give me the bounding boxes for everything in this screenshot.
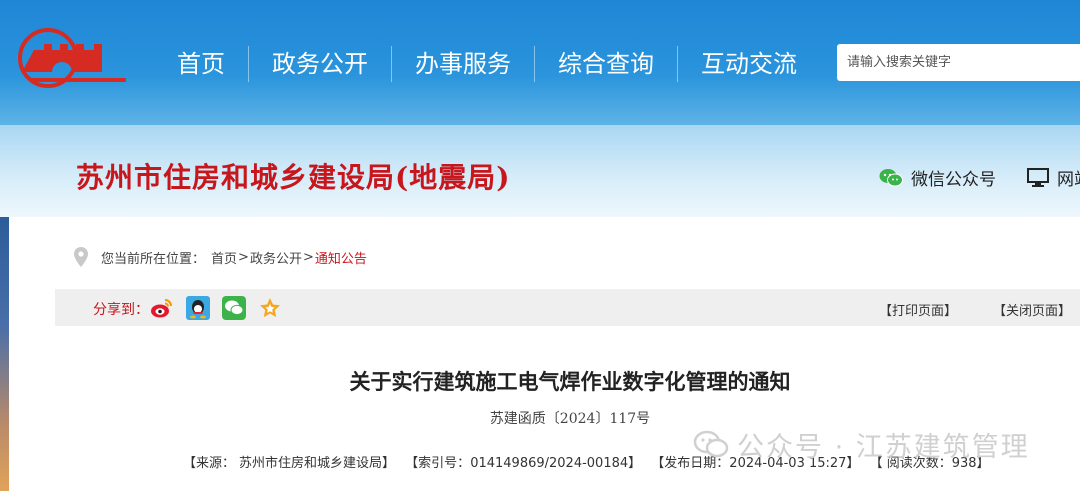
breadcrumb-prefix: 您当前所在位置：	[101, 251, 206, 267]
breadcrumb-home[interactable]: 首页	[211, 248, 237, 267]
source-label: 【来源：	[183, 456, 236, 471]
breadcrumb-notices[interactable]: 通知公告	[315, 248, 367, 267]
wechat-icon	[879, 168, 903, 186]
breadcrumb: 您当前所在位置： 首页 > 政务公开 > 通知公告	[73, 246, 367, 268]
wechat-share-icon[interactable]	[222, 296, 246, 320]
web-link[interactable]: 网站	[1027, 165, 1080, 190]
article-title: 关于实行建筑施工电气焊作业数字化管理的通知	[349, 370, 791, 394]
close-page-button[interactable]: 【关闭页面】	[993, 300, 1071, 319]
index-value: 014149869/2024-00184】	[470, 456, 642, 471]
site-logo[interactable]	[10, 20, 130, 90]
print-page-button[interactable]: 【打印页面】	[879, 300, 957, 319]
web-label: 网站	[1057, 170, 1080, 190]
breadcrumb-government-affairs[interactable]: 政务公开	[250, 248, 302, 267]
site-title: 苏州市住房和城乡建设局(地震局)	[76, 161, 511, 194]
wechat-watermark-icon	[693, 430, 729, 457]
city-background-image	[0, 217, 9, 491]
weibo-icon[interactable]	[150, 296, 174, 320]
nav-query[interactable]: 综合查询	[534, 46, 677, 82]
wechat-label: 微信公众号	[911, 170, 996, 190]
index-label: 【索引号：	[405, 456, 471, 471]
nav-home[interactable]: 首页	[154, 46, 248, 82]
nav-services[interactable]: 办事服务	[391, 46, 534, 82]
favorite-star-icon[interactable]	[258, 296, 282, 320]
share-label: 分享到：	[93, 302, 149, 318]
search-input[interactable]	[837, 44, 1080, 81]
nav-interaction[interactable]: 互动交流	[677, 46, 820, 82]
watermark-text: 公众号 · 江苏建筑管理	[737, 432, 1030, 463]
monitor-icon	[1027, 167, 1049, 187]
location-pin-icon	[74, 247, 88, 267]
watermark: 公众号 · 江苏建筑管理	[693, 425, 1030, 464]
qq-icon[interactable]	[186, 296, 210, 320]
main-nav: 首页 政务公开 办事服务 综合查询 互动交流	[154, 44, 820, 84]
nav-government-affairs[interactable]: 政务公开	[248, 46, 391, 82]
wechat-link[interactable]: 微信公众号	[879, 165, 996, 190]
breadcrumb-separator: >	[302, 249, 314, 265]
source-value: 苏州市住房和城乡建设局】	[239, 456, 396, 471]
breadcrumb-separator: >	[238, 249, 249, 265]
